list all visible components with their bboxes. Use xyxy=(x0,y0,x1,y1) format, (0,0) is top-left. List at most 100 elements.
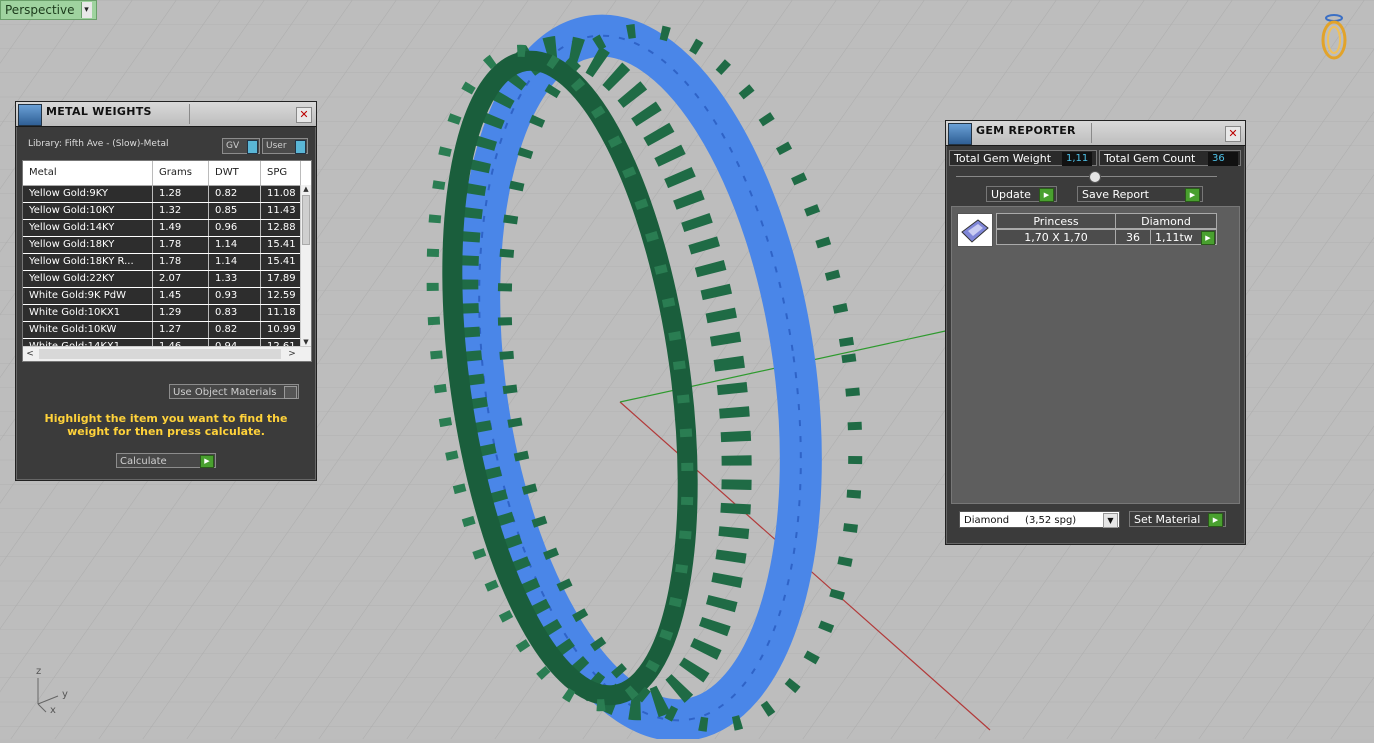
table-cell: Yellow Gold:22KY xyxy=(23,271,153,287)
table-cell: White Gold:10KX1 xyxy=(23,305,153,321)
table-cell: 0.83 xyxy=(209,305,261,321)
table-cell: 0.82 xyxy=(209,322,261,338)
calculate-label: Calculate xyxy=(120,456,167,467)
close-icon[interactable]: ✕ xyxy=(296,107,312,123)
save-report-button[interactable]: Save Report ▶ xyxy=(1077,186,1203,202)
axis-y-label: y xyxy=(62,689,68,700)
table-cell: 1.27 xyxy=(153,322,209,338)
gem-reporter-panel: GEM REPORTER ✕ Total Gem Weight 1,11 Tot… xyxy=(945,120,1246,545)
total-gem-count-value: 36 xyxy=(1208,152,1238,166)
user-toggle-label: User xyxy=(266,141,287,151)
col-grams[interactable]: Grams xyxy=(153,161,209,185)
scroll-left-icon[interactable]: < xyxy=(23,347,37,361)
title-separator xyxy=(189,104,190,124)
table-cell: 1.14 xyxy=(209,254,261,270)
table-cell: 0.93 xyxy=(209,288,261,304)
update-button[interactable]: Update ▶ xyxy=(986,186,1057,202)
table-row[interactable]: White Gold:9K PdW 1.45 0.93 12.59 xyxy=(23,288,311,305)
axis-x-label: x xyxy=(50,705,56,716)
viewport-menu-dropdown[interactable]: ▾ xyxy=(80,2,92,18)
total-gem-weight-value: 1,11 xyxy=(1062,152,1093,166)
calculate-button[interactable]: Calculate ▶ xyxy=(116,453,216,468)
table-cell: 15.41 xyxy=(261,237,301,253)
table-cell: 11.18 xyxy=(261,305,301,321)
chevron-down-icon[interactable]: ▼ xyxy=(1103,513,1118,528)
play-icon: ▶ xyxy=(1208,513,1223,527)
gem-reporter-titlebar[interactable]: GEM REPORTER ✕ xyxy=(946,121,1245,146)
table-cell: 1.14 xyxy=(209,237,261,253)
splitter-knob[interactable] xyxy=(1089,171,1101,183)
use-object-materials-toggle[interactable]: Use Object Materials xyxy=(169,384,299,399)
metal-table-body: Yellow Gold:9KY 1.28 0.82 11.08 Yellow Gold:… xyxy=(23,186,311,361)
splitter-line xyxy=(956,176,1217,177)
table-row[interactable]: White Gold:10KX1 1.29 0.83 11.18 xyxy=(23,305,311,322)
table-cell: 12.59 xyxy=(261,288,301,304)
gv-toggle-label: GV xyxy=(226,141,240,151)
play-icon: ▶ xyxy=(200,455,214,468)
toggle-knob xyxy=(295,140,306,154)
play-icon: ▶ xyxy=(1039,188,1054,202)
scroll-thumb[interactable] xyxy=(302,195,310,245)
instruction-text: Highlight the item you want to find the … xyxy=(44,412,288,438)
table-row[interactable]: Yellow Gold:18KY 1.78 1.14 15.41 xyxy=(23,237,311,254)
table-row[interactable]: White Gold:10KW 1.27 0.82 10.99 xyxy=(23,322,311,339)
metal-weights-icon xyxy=(18,104,42,126)
material-select-value: Diamond (3,52 spg) xyxy=(964,515,1077,526)
set-material-button[interactable]: Set Material ▶ xyxy=(1129,511,1226,527)
metal-weights-title: METAL WEIGHTS xyxy=(46,105,152,118)
table-cell: 17.89 xyxy=(261,271,301,287)
toggle-knob xyxy=(284,386,297,399)
table-cell: 1.78 xyxy=(153,254,209,270)
metal-table-header: Metal Grams DWT SPG xyxy=(23,161,311,186)
table-row[interactable]: Yellow Gold:22KY 2.07 1.33 17.89 xyxy=(23,271,311,288)
table-cell: White Gold:10KW xyxy=(23,322,153,338)
viewport-title-tab[interactable]: Perspective ▾ xyxy=(0,0,97,20)
table-cell: 0.82 xyxy=(209,186,261,202)
horizontal-scrollbar[interactable]: < > xyxy=(23,346,311,361)
table-cell: Yellow Gold:10KY xyxy=(23,203,153,219)
set-material-label: Set Material xyxy=(1134,513,1201,526)
scroll-thumb[interactable] xyxy=(39,349,281,359)
scroll-up-icon[interactable]: ▲ xyxy=(301,185,311,194)
gem-reporter-title: GEM REPORTER xyxy=(976,124,1076,137)
table-row[interactable]: Yellow Gold:10KY 1.32 0.85 11.43 xyxy=(23,203,311,220)
vertical-scrollbar[interactable]: ▲ ▼ xyxy=(300,185,311,347)
table-row[interactable]: Yellow Gold:14KY 1.49 0.96 12.88 xyxy=(23,220,311,237)
table-row[interactable]: Yellow Gold:9KY 1.28 0.82 11.08 xyxy=(23,186,311,203)
metal-weights-titlebar[interactable]: METAL WEIGHTS ✕ xyxy=(16,102,316,127)
user-toggle[interactable]: User xyxy=(262,138,308,154)
table-cell: 1.49 xyxy=(153,220,209,236)
gem-list[interactable]: Princess Diamond 1,70 X 1,70 36 1,11tw ▶ xyxy=(951,206,1240,504)
col-spg[interactable]: SPG xyxy=(261,161,301,185)
close-icon[interactable]: ✕ xyxy=(1225,126,1241,142)
table-cell: 1.28 xyxy=(153,186,209,202)
table-cell: 0.85 xyxy=(209,203,261,219)
col-dwt[interactable]: DWT xyxy=(209,161,261,185)
play-icon: ▶ xyxy=(1201,231,1215,245)
update-label: Update xyxy=(991,188,1031,201)
table-cell: 1.45 xyxy=(153,288,209,304)
table-cell: White Gold:9K PdW xyxy=(23,288,153,304)
gem-count: 36 xyxy=(1115,229,1151,245)
table-cell: 0.96 xyxy=(209,220,261,236)
metal-table[interactable]: Metal Grams DWT SPG Yellow Gold:9KY 1.28 0… xyxy=(22,160,312,362)
viewport-title: Perspective xyxy=(5,3,75,17)
gem-material: Diamond xyxy=(1115,213,1217,229)
axis-z-label: z xyxy=(36,666,42,677)
play-icon: ▶ xyxy=(1185,188,1200,202)
gem-weight-button[interactable]: 1,11tw ▶ xyxy=(1150,229,1217,245)
ring-logo-icon xyxy=(1321,14,1347,60)
table-cell: 1.29 xyxy=(153,305,209,321)
table-cell: Yellow Gold:14KY xyxy=(23,220,153,236)
gem-size: 1,70 X 1,70 xyxy=(996,229,1116,245)
gem-weight: 1,11tw xyxy=(1155,231,1193,244)
table-cell: 1.33 xyxy=(209,271,261,287)
total-gem-count-label: Total Gem Count xyxy=(1104,152,1196,165)
gv-toggle[interactable]: GV xyxy=(222,138,260,154)
material-select[interactable]: Diamond (3,52 spg) ▼ xyxy=(959,511,1120,528)
table-cell: Yellow Gold:18KY R... xyxy=(23,254,153,270)
scroll-right-icon[interactable]: > xyxy=(285,347,299,361)
col-metal[interactable]: Metal xyxy=(23,161,153,185)
table-row[interactable]: Yellow Gold:18KY R... 1.78 1.14 15.41 xyxy=(23,254,311,271)
gem-shape: Princess xyxy=(996,213,1116,229)
